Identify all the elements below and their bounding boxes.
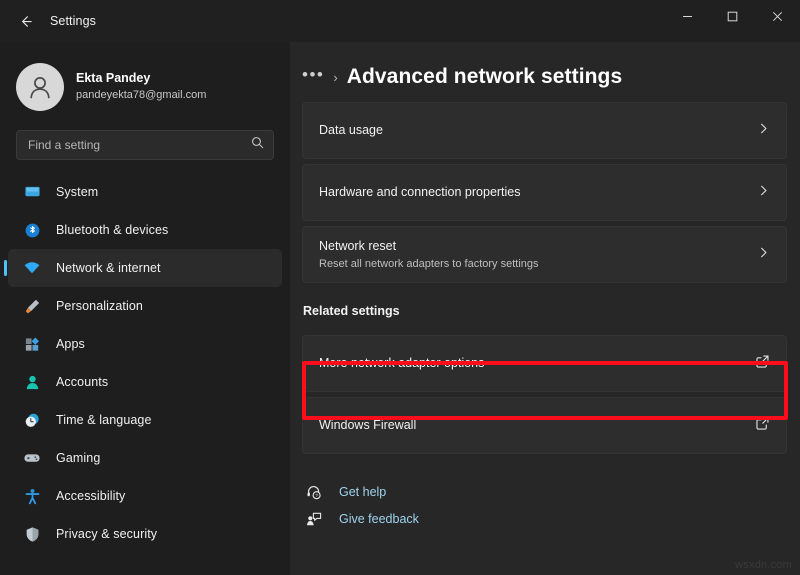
wifi-icon	[22, 258, 42, 278]
gamepad-icon	[22, 448, 42, 468]
card-title: Network reset	[319, 238, 397, 253]
apps-grid-icon	[22, 334, 42, 354]
related-settings-label: Related settings	[303, 304, 400, 318]
person-icon	[22, 372, 42, 392]
window-controls	[665, 0, 800, 42]
search-placeholder: Find a setting	[28, 138, 101, 152]
sidebar-item-label: System	[56, 185, 99, 199]
card-texts: Windows Firewall	[319, 417, 755, 433]
footer-links: ? Get help Give feedback	[290, 459, 800, 532]
chevron-right-icon: ›	[333, 69, 338, 85]
card-title: Data usage	[319, 123, 383, 138]
minimize-icon	[683, 15, 692, 17]
account-text: Ekta Pandey pandeyekta78@gmail.com	[76, 71, 206, 102]
account-email: pandeyekta78@gmail.com	[76, 88, 207, 101]
sidebar-item-label: Network & internet	[56, 261, 161, 275]
sidebar-item-gaming[interactable]: Gaming	[8, 439, 282, 477]
maximize-button[interactable]	[710, 0, 755, 32]
breadcrumb-overflow-button[interactable]: •••	[302, 66, 324, 88]
settings-cards: Data usage Hardware and connection prope…	[290, 94, 800, 283]
close-icon	[772, 11, 783, 21]
account-block[interactable]: Ekta Pandey pandeyekta78@gmail.com	[0, 42, 290, 116]
sidebar-item-label: Gaming	[56, 451, 101, 465]
chevron-right-icon	[757, 184, 770, 202]
sidebar-item-accessibility[interactable]: Accessibility	[8, 477, 282, 515]
card-data-usage[interactable]: Data usage	[302, 102, 787, 159]
sidebar-item-network-internet[interactable]: Network & internet	[8, 249, 282, 287]
back-button[interactable]	[8, 6, 42, 36]
search-wrapper: Find a setting	[0, 116, 290, 160]
related-settings-cards: More network adapter options Windows Fir…	[290, 327, 800, 454]
get-help-label: Get help	[339, 484, 387, 499]
page-title: Advanced network settings	[346, 65, 623, 88]
card-hardware-and-connection-properties[interactable]: Hardware and connection properties	[302, 164, 787, 221]
sidebar-item-bluetooth-devices[interactable]: Bluetooth & devices	[8, 211, 282, 249]
card-texts: Network reset Reset all network adapters…	[319, 238, 757, 272]
sidebar: Ekta Pandey pandeyekta78@gmail.com Find …	[0, 42, 290, 575]
accessibility-person-icon	[22, 486, 42, 506]
maximize-icon	[727, 11, 738, 21]
sidebar-item-system[interactable]: System	[8, 173, 282, 211]
card-title: More network adapter options	[319, 356, 485, 371]
avatar	[16, 63, 64, 111]
sidebar-item-label: Accounts	[56, 375, 109, 389]
watermark: wsxdn.com	[735, 559, 792, 571]
give-feedback-link[interactable]: Give feedback	[303, 505, 800, 532]
card-texts: More network adapter options	[319, 355, 755, 371]
shield-icon	[22, 524, 42, 544]
sidebar-item-label: Personalization	[56, 299, 143, 313]
back-arrow-icon	[21, 15, 32, 27]
sidebar-item-accounts[interactable]: Accounts	[8, 363, 282, 401]
card-windows-firewall[interactable]: Windows Firewall	[302, 397, 787, 454]
bluetooth-icon	[22, 220, 42, 240]
search-input[interactable]: Find a setting	[16, 130, 274, 160]
paintbrush-icon	[22, 296, 42, 316]
external-link-icon	[755, 354, 770, 374]
close-button[interactable]	[755, 0, 800, 32]
card-subtitle: Reset all network adapters to factory se…	[319, 257, 539, 270]
card-title: Hardware and connection properties	[319, 185, 521, 200]
give-feedback-label: Give feedback	[339, 511, 419, 526]
sidebar-item-time-language[interactable]: Time & language	[8, 401, 282, 439]
sidebar-item-personalization[interactable]: Personalization	[8, 287, 282, 325]
chevron-right-icon	[757, 246, 770, 264]
get-help-link[interactable]: ? Get help	[303, 478, 800, 505]
svg-text:?: ?	[315, 493, 318, 498]
window-title: Settings	[50, 14, 96, 28]
sidebar-item-privacy-security[interactable]: Privacy & security	[8, 515, 282, 553]
help-headset-icon: ?	[303, 484, 325, 500]
sidebar-nav: System Bluetooth & devices Network & int…	[0, 173, 290, 553]
card-more-network-adapter-options[interactable]: More network adapter options	[302, 335, 787, 392]
settings-window: Settings Ekta Pandey pandeyekta78@gmail.…	[0, 0, 800, 575]
system-monitor-icon	[22, 182, 42, 202]
sidebar-item-label: Privacy & security	[56, 527, 158, 541]
main-content: ••• › Advanced network settings Data usa…	[290, 42, 800, 575]
breadcrumb: ••• › Advanced network settings	[290, 42, 800, 94]
sidebar-item-label: Time & language	[56, 413, 152, 427]
sidebar-item-label: Apps	[56, 337, 85, 351]
sidebar-item-label: Bluetooth & devices	[56, 223, 169, 237]
card-texts: Hardware and connection properties	[319, 184, 757, 200]
person-avatar-icon	[30, 77, 50, 99]
external-link-icon	[755, 416, 770, 436]
clock-icon	[22, 410, 42, 430]
sidebar-item-apps[interactable]: Apps	[8, 325, 282, 363]
chevron-right-icon	[757, 122, 770, 140]
card-title: Windows Firewall	[319, 418, 417, 433]
feedback-person-icon	[303, 511, 325, 527]
sidebar-item-label: Accessibility	[56, 489, 126, 503]
card-network-reset[interactable]: Network reset Reset all network adapters…	[302, 226, 787, 283]
card-texts: Data usage	[319, 122, 757, 138]
account-name: Ekta Pandey	[76, 71, 151, 86]
title-bar: Settings	[0, 0, 800, 42]
search-icon	[251, 136, 264, 154]
minimize-button[interactable]	[665, 0, 710, 32]
